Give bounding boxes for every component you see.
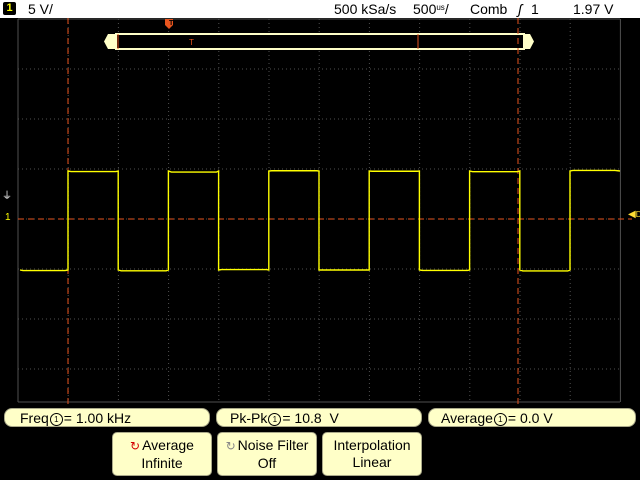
trigger-edge-icon: ʃ xyxy=(518,1,523,17)
volts-per-div: 5 V/ xyxy=(28,1,53,17)
waveform-display[interactable] xyxy=(0,18,640,404)
sample-rate: 500 kSa/s xyxy=(334,1,397,17)
freq-channel-icon: 1 xyxy=(49,413,63,426)
freq-value: 1.00 kHz xyxy=(75,410,132,426)
pkpk-channel-icon: 1 xyxy=(268,413,282,426)
trigger-source: 1 xyxy=(531,1,539,17)
pkpk-label: Pk-Pk xyxy=(230,410,268,426)
freq-label: Freq xyxy=(20,410,49,426)
timebase-overview-bar[interactable] xyxy=(104,33,534,50)
softkey-noise-line1: Noise Filter xyxy=(237,437,309,453)
acquisition-mode: Comb xyxy=(470,1,508,17)
status-bar: 1 5 V/ 500 kSa/s 500us/ Comb ʃ 1 1.97 V xyxy=(0,0,640,18)
rotate-knob-icon: ↻ xyxy=(225,439,236,453)
average-channel-icon: 1 xyxy=(493,413,507,426)
average-label: Average xyxy=(441,410,493,426)
softkey-noise-line2: Off xyxy=(257,455,277,471)
rotate-knob-icon: ↻ xyxy=(130,439,141,453)
softkey-acq-line1: Average xyxy=(142,437,194,453)
measurement-average[interactable]: Average 1 = 0.0 V xyxy=(428,408,636,427)
softkey-acq-line2: Infinite xyxy=(141,455,183,471)
pkpk-value: 10.8 V xyxy=(294,410,339,426)
channel-1-badge[interactable]: 1 xyxy=(3,2,16,15)
timebase-trigger-marker: T xyxy=(189,38,194,47)
softkey-interp-line1: Interpolation xyxy=(333,437,411,453)
ground-marker-icon[interactable]: ⏚ xyxy=(2,192,12,202)
trigger-level-icon[interactable]: ◀DC xyxy=(628,210,640,220)
measurement-frequency[interactable]: Freq 1 = 1.00 kHz xyxy=(4,408,210,427)
softkey-interp-line2: Linear xyxy=(352,454,392,470)
time-per-div: 500us/ xyxy=(413,1,449,17)
average-value: 0.0 V xyxy=(519,410,553,426)
measurement-pk-pk[interactable]: Pk-Pk 1 = 10.8 V xyxy=(216,408,422,427)
softkey-acquire-average[interactable]: ↻ Average Infinite xyxy=(112,432,212,476)
trigger-level: 1.97 V xyxy=(573,1,614,17)
softkey-interpolation[interactable]: Interpolation Linear xyxy=(322,432,422,476)
channel-1-waveform xyxy=(19,169,621,272)
softkey-noise-filter[interactable]: ↻ Noise Filter Off xyxy=(217,432,317,476)
ground-marker-label: 1 xyxy=(5,212,11,223)
trigger-position-label: T xyxy=(169,20,174,27)
